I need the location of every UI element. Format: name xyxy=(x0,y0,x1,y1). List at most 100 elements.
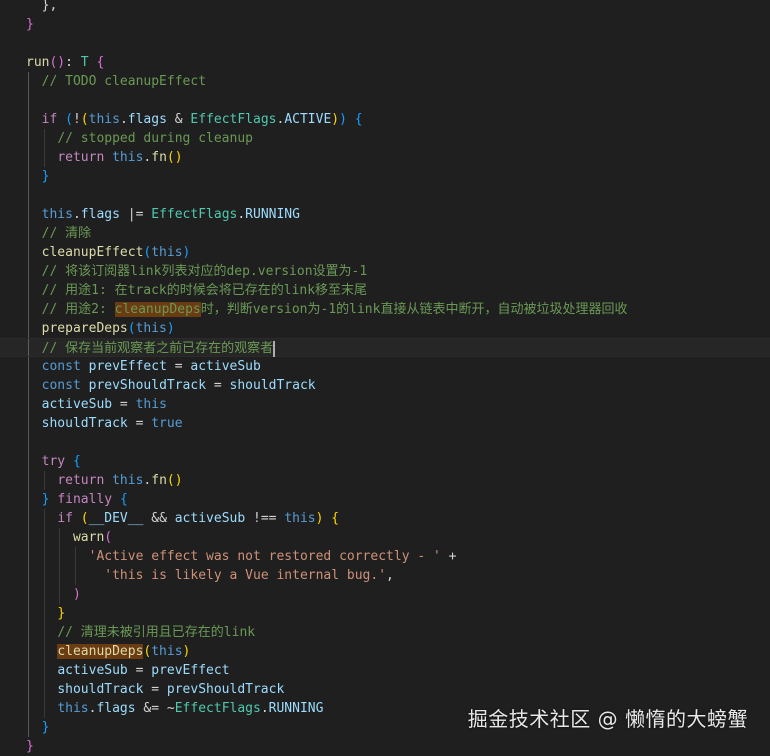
code-token: const xyxy=(41,359,81,374)
code-line[interactable] xyxy=(0,433,770,452)
code-token: { xyxy=(119,492,128,507)
code-token: = xyxy=(143,682,167,697)
code-token: EffectFlags xyxy=(190,112,277,127)
code-line[interactable]: warn( xyxy=(0,528,770,547)
code-token: = xyxy=(127,416,152,431)
code-line[interactable]: } xyxy=(0,167,770,186)
code-token: ( xyxy=(127,321,136,336)
code-line[interactable]: // 保存当前观察者之前已存在的观察者 xyxy=(0,338,770,357)
code-token: 时，判断version为-1的link直接从链表中断开，自动被垃圾处理器回收 xyxy=(200,302,628,317)
code-line[interactable] xyxy=(0,34,770,53)
code-line[interactable]: try { xyxy=(0,452,770,471)
code-token: ACTIVE xyxy=(284,112,332,127)
code-token: activeSub xyxy=(190,359,261,374)
code-line[interactable]: cleanupEffect(this) xyxy=(0,243,770,262)
code-line[interactable]: 'Active effect was not restored correctl… xyxy=(0,547,770,566)
code-line[interactable] xyxy=(0,186,770,205)
code-token: // 保存当前观察者之前已存在的观察者 xyxy=(41,341,274,356)
code-line[interactable]: // 清理未被引用且已存在的link xyxy=(0,623,770,642)
code-token: { xyxy=(72,454,81,469)
code-token: this xyxy=(57,701,89,716)
code-token: = xyxy=(127,663,152,678)
code-line[interactable]: // 用途1: 在track的时候会将已存在的link移至末尾 xyxy=(0,281,770,300)
code-line[interactable]: // 用途2: cleanupDeps时，判断version为-1的link直接… xyxy=(0,300,770,319)
code-token: &= ~ xyxy=(135,701,175,716)
code-token: = xyxy=(166,359,191,374)
code-line[interactable]: shouldTrack = true xyxy=(0,414,770,433)
code-token: this xyxy=(151,644,183,659)
code-line[interactable]: 'this is likely a Vue internal bug.', xyxy=(0,566,770,585)
code-token: EffectFlags xyxy=(174,701,261,716)
code-line[interactable]: } finally { xyxy=(0,490,770,509)
code-line[interactable]: // 清除 xyxy=(0,224,770,243)
code-line[interactable]: prepareDeps(this) xyxy=(0,319,770,338)
code-line[interactable]: // stopped during cleanup xyxy=(0,129,770,148)
code-line[interactable]: const prevEffect = activeSub xyxy=(0,357,770,376)
code-line[interactable]: shouldTrack = prevShouldTrack xyxy=(0,680,770,699)
code-line[interactable]: } xyxy=(0,15,770,34)
code-token: this xyxy=(112,473,144,488)
code-token: ) xyxy=(166,321,175,336)
code-line[interactable]: } xyxy=(0,737,770,756)
code-token: activeSub xyxy=(57,663,128,678)
code-token: ( xyxy=(80,511,89,526)
code-editor[interactable]: },} run(): T { // TODO cleanupEffect if (… xyxy=(0,0,770,754)
code-line[interactable]: const prevShouldTrack = shouldTrack xyxy=(0,376,770,395)
code-token: () xyxy=(166,473,183,488)
code-token: ( xyxy=(65,112,73,127)
code-line[interactable]: if (!(this.flags & EffectFlags.ACTIVE)) … xyxy=(0,110,770,129)
code-token-highlighted: cleanupDeps xyxy=(57,644,144,659)
code-line[interactable]: this.flags |= EffectFlags.RUNNING xyxy=(0,205,770,224)
code-token: prevEffect xyxy=(151,663,230,678)
code-token: = xyxy=(206,378,230,393)
code-line[interactable]: // TODO cleanupEffect xyxy=(0,72,770,91)
code-token: RUNNING xyxy=(268,701,324,716)
code-token: cleanupEffect xyxy=(41,245,144,260)
code-token: warn xyxy=(72,530,105,545)
code-line[interactable]: cleanupDeps(this) xyxy=(0,642,770,661)
code-token: = xyxy=(112,397,136,412)
code-line[interactable]: run(): T { xyxy=(0,53,770,72)
code-token: if xyxy=(57,511,73,526)
code-token: ! xyxy=(72,112,81,127)
code-token: __DEV__ xyxy=(88,511,144,526)
code-line[interactable]: return this.fn() xyxy=(0,471,770,490)
watermark-text: 掘金技术社区 @ 懒惰的大螃蟹 xyxy=(467,707,748,731)
code-token: return xyxy=(57,150,105,165)
code-token: && xyxy=(143,511,175,526)
code-line[interactable]: } xyxy=(0,604,770,623)
code-token: ( xyxy=(80,112,89,127)
code-line[interactable]: activeSub = this xyxy=(0,395,770,414)
code-token: flags xyxy=(96,701,136,716)
code-line[interactable] xyxy=(0,91,770,110)
code-token: // 将该订阅器link列表对应的dep.version设置为-1 xyxy=(41,264,368,279)
code-token: T xyxy=(80,55,89,70)
code-line[interactable]: if (__DEV__ && activeSub !== this) { xyxy=(0,509,770,528)
code-line[interactable]: ) xyxy=(0,585,770,604)
code-line[interactable]: // 将该订阅器link列表对应的dep.version设置为-1 xyxy=(0,262,770,281)
code-token: |= xyxy=(119,207,152,222)
code-token: finally xyxy=(57,492,113,507)
code-token: shouldTrack xyxy=(41,416,128,431)
code-line[interactable]: activeSub = prevEffect xyxy=(0,661,770,680)
code-line[interactable]: return this.fn() xyxy=(0,148,770,167)
code-line[interactable]: }, xyxy=(0,0,770,15)
code-token: activeSub xyxy=(41,397,113,412)
code-token: ) xyxy=(331,112,340,127)
code-token: try xyxy=(41,454,66,469)
